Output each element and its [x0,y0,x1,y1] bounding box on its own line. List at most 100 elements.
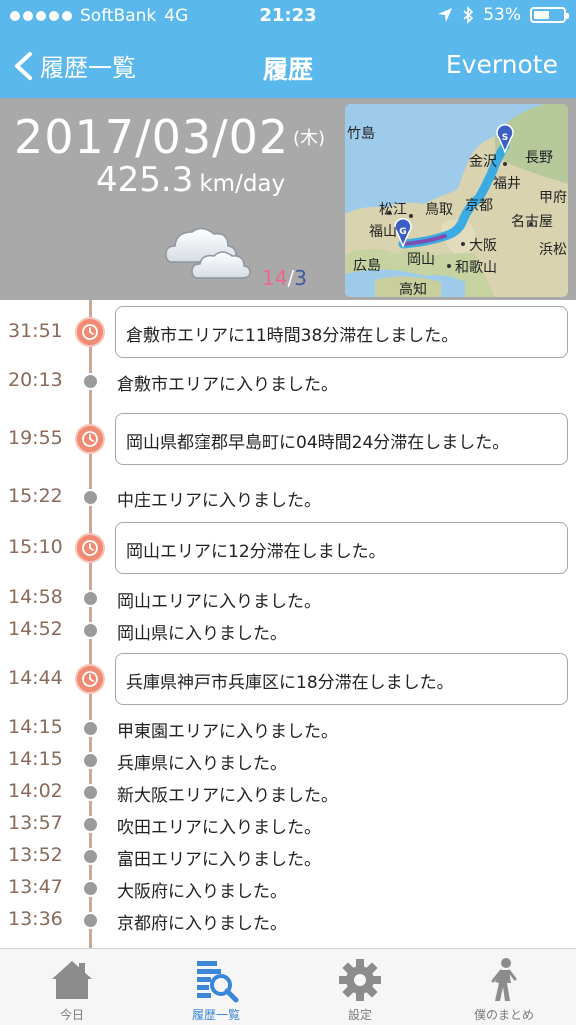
timeline-time: 14:44 [8,667,63,689]
map-label: 岡山 [407,252,435,268]
timeline-text: 岡山エリアに12分滞在しました。 [126,542,386,562]
timeline-dot-icon [82,880,99,897]
timeline-enter-item[interactable]: 14:15 甲東園エリアに入りました。 [0,712,576,744]
map-label: 松江 [379,202,407,218]
summary-date: 2017/03/02 [14,110,290,164]
timeline-text: 倉敷市エリアに11時間38分滞在しました。 [126,326,459,346]
status-bar: SoftBank 4G 21:23 53% [0,0,576,32]
timeline-enter-item[interactable]: 14:58 岡山エリアに入りました。 [0,582,576,614]
timeline-enter-item[interactable]: 14:15 兵庫県に入りました。 [0,744,576,776]
timeline-time: 14:58 [8,586,63,608]
page-total: 3 [294,266,307,290]
cloudy-icon [165,227,251,279]
location-arrow-icon [438,8,453,22]
status-right: 53% [437,5,569,25]
distance-value: 425.3 [96,160,194,200]
timeline-enter-item[interactable]: 14:02 新大阪エリアに入りました。 [0,776,576,808]
battery-percent: 53% [483,5,521,25]
timeline-enter-item[interactable]: 13:52 富田エリアに入りました。 [0,840,576,872]
timeline-enter-item[interactable]: 20:13 倉敷市エリアに入りました。 [0,364,576,398]
map-label: 広島 [353,258,381,274]
timeline-text: 大阪府に入りました。 [117,882,287,902]
tab-label: 今日 [59,1008,84,1022]
timeline-time: 13:52 [8,844,63,866]
timeline-time: 14:15 [8,716,63,738]
navigation-bar: 履歴一覧 履歴 Evernote [0,40,576,90]
timeline-dot-icon [82,720,99,737]
tab-bar: 今日 履歴一覧 設定 僕のまとめ [0,948,576,1025]
map-label: 名古屋 [511,214,553,230]
clock-icon [75,533,105,563]
timeline-enter-item[interactable]: 13:47 大阪府に入りました。 [0,872,576,904]
timeline-dot-icon [82,912,99,929]
tab-settings[interactable]: 設定 [288,949,432,1025]
timeline-enter-item[interactable]: 14:52 岡山県に入りました。 [0,614,576,646]
timeline-time: 14:02 [8,780,63,802]
timeline-text: 倉敷市エリアに入りました。 [117,375,338,395]
timeline-time: 20:13 [8,369,63,391]
timeline-dot-icon [82,590,99,607]
timeline-text: 新大阪エリアに入りました。 [117,786,338,806]
timeline-dot-icon [82,848,99,865]
timeline-stay-item[interactable]: 19:55 岡山県都窪郡早島町に04時間24分滞在しました。 [0,398,576,480]
stay-bubble[interactable]: 兵庫県神戸市兵庫区に18分滞在しました。 [115,653,568,705]
gear-icon [339,959,381,1001]
stay-bubble[interactable]: 岡山エリアに12分滞在しました。 [115,522,568,574]
timeline-list[interactable]: 31:51 倉敷市エリアに11時間38分滞在しました。 20:13 倉敷市エリアに入り… [0,300,576,948]
timeline-dot-icon [82,752,99,769]
timeline-text: 岡山エリアに入りました。 [117,592,321,612]
map-label: 高知 [399,281,427,297]
walking-person-icon [491,958,517,1001]
timeline-text: 岡山県都窪郡早島町に04時間24分滞在しました。 [126,433,510,453]
tab-label: 僕のまとめ [473,1008,534,1022]
timeline-enter-item[interactable]: 13:57 吹田エリアに入りました。 [0,808,576,840]
top-bar: SoftBank 4G 21:23 53% 履歴一覧 履歴 Evernote [0,0,576,98]
timeline-time: 19:55 [8,427,63,449]
timeline-dot-icon [82,816,99,833]
page-current: 14 [262,266,288,290]
timeline-time: 13:36 [8,908,63,930]
route-map[interactable]: S G 竹島 金沢 長野 福井 甲府 松江 鳥取 京都 名古屋 福山 浜松 広島… [345,104,568,297]
map-label: 福井 [493,176,521,192]
map-label: 鳥取 [425,202,453,218]
goal-marker-label: G [399,227,406,237]
timeline-stay-item[interactable]: 15:10 岡山エリアに12分滞在しました。 [0,514,576,582]
timeline-dot-icon [82,373,99,390]
tab-my-summary[interactable]: 僕のまとめ [432,949,576,1025]
tab-today[interactable]: 今日 [0,949,144,1025]
stay-bubble[interactable]: 倉敷市エリアに11時間38分滞在しました。 [115,306,568,358]
timeline-time: 13:47 [8,876,63,898]
page-indicator: 14/3 [262,266,307,290]
distance-unit: km/day [199,171,286,197]
timeline-dot-icon [82,489,99,506]
timeline-dot-icon [82,784,99,801]
timeline-enter-item[interactable]: 15:22 中庄エリアに入りました。 [0,480,576,514]
map-label: 京都 [465,198,493,214]
timeline-time: 14:15 [8,748,63,770]
timeline-text: 兵庫県神戸市兵庫区に18分滞在しました。 [126,673,454,693]
map-label: 大阪 [469,238,497,254]
clock-icon [75,424,105,454]
map-label: 和歌山 [455,260,497,276]
timeline-dot-icon [82,622,99,639]
map-label: 長野 [525,150,553,166]
battery-icon [530,7,569,23]
tab-history-list[interactable]: 履歴一覧 [144,949,288,1025]
tab-label: 設定 [347,1008,372,1022]
stay-bubble[interactable]: 岡山県都窪郡早島町に04時間24分滞在しました。 [115,413,568,465]
timeline-time: 14:52 [8,618,63,640]
timeline-stay-item[interactable]: 14:44 兵庫県神戸市兵庫区に18分滞在しました。 [0,646,576,712]
map-label: 福山 [369,224,397,240]
timeline-enter-item[interactable]: 13:36 京都府に入りました。 [0,904,576,936]
timeline-text: 岡山県に入りました。 [117,624,287,644]
timeline-text: 兵庫県に入りました。 [117,754,287,774]
clock-icon [75,317,105,347]
map-canvas: S G 竹島 金沢 長野 福井 甲府 松江 鳥取 京都 名古屋 福山 浜松 広島… [345,104,568,297]
timeline-time: 15:22 [8,485,63,507]
timeline-text: 富田エリアに入りました。 [117,850,321,870]
evernote-button[interactable]: Evernote [446,50,558,79]
timeline-stay-item[interactable]: 31:51 倉敷市エリアに11時間38分滞在しました。 [0,300,576,364]
tab-label: 履歴一覧 [191,1008,240,1022]
map-label: 甲府 [539,190,567,206]
history-list-icon [197,961,239,1003]
